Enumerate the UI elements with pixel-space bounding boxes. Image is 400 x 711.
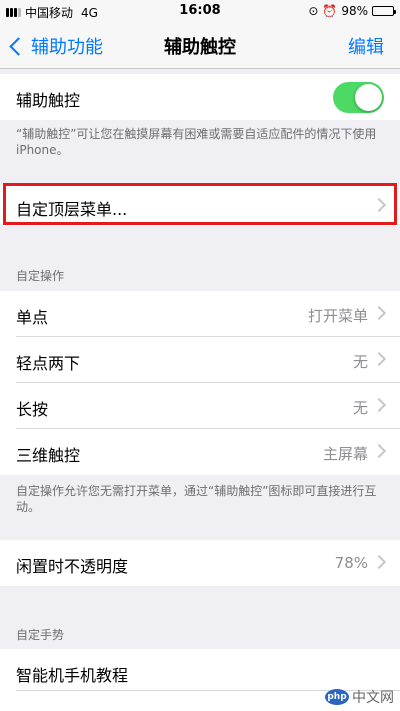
action-label: 长按 [16,400,49,419]
chevron-right-icon [371,351,387,367]
chevron-right-icon [371,554,387,570]
action-row-double-tap[interactable]: 轻点两下 无 [0,337,400,383]
gesture-label: 智能机手机教程 [16,666,129,685]
action-label: 轻点两下 [16,354,81,373]
action-label: 单点 [16,308,49,327]
navigation-bar: 辅助功能 辅助触控 编辑 [0,22,400,69]
assistive-touch-label: 辅助触控 [16,91,81,110]
edit-button[interactable]: 编辑 [348,33,384,59]
action-value: 打开菜单 [307,307,368,325]
custom-gestures-header: 自定手势 [16,628,65,642]
orientation-lock-icon: ⊙ [308,4,319,18]
back-button[interactable]: 辅助功能 [8,33,103,59]
assistive-touch-toggle[interactable] [333,82,384,113]
action-value: 无 [352,353,368,371]
status-right: ⊙ ⏰ 98% [308,4,396,18]
customize-top-menu-label: 自定顶层菜单... [16,200,128,219]
custom-actions-footnote: 自定操作允许您无需打开菜单，通过“辅助触控”图标即可直接进行互动。 [16,484,377,514]
custom-actions-header: 自定操作 [16,269,65,283]
watermark-text: 中文网 [352,690,394,706]
idle-opacity-value: 78% [334,554,368,572]
chevron-right-icon [371,197,387,213]
chevron-right-icon [371,397,387,413]
php-logo: php [325,689,349,705]
chevron-right-icon [371,443,387,459]
assistive-touch-row: 辅助触控 [0,74,400,120]
back-button-label: 辅助功能 [31,37,103,58]
action-row-long-press[interactable]: 长按 无 [0,383,400,429]
idle-opacity-row[interactable]: 闲置时不透明度 78% [0,540,400,586]
assistive-touch-description: “辅助触控”可让您在触摸屏幕有困难或需要自适应配件的情况下使用 iPhone。 [16,127,377,157]
battery-icon [372,6,396,16]
action-row-3d-touch[interactable]: 三维触控 主屏幕 [0,429,400,475]
action-value: 主屏幕 [322,445,368,463]
watermark: php 中文网 [325,687,394,707]
alarm-icon: ⏰ [322,4,338,18]
action-value: 无 [352,399,368,417]
action-label: 三维触控 [16,446,81,465]
chevron-right-icon [371,305,387,321]
toggle-knob [355,84,382,111]
action-row-single-tap[interactable]: 单点 打开菜单 [0,291,400,337]
battery-percent: 98% [341,4,368,18]
chevron-left-icon [9,36,28,56]
status-bar: 中国移动 4G 16:08 ⊙ ⏰ 98% [0,0,400,22]
customize-top-menu-row[interactable]: 自定顶层菜单... [0,184,400,226]
idle-opacity-label: 闲置时不透明度 [16,557,129,576]
